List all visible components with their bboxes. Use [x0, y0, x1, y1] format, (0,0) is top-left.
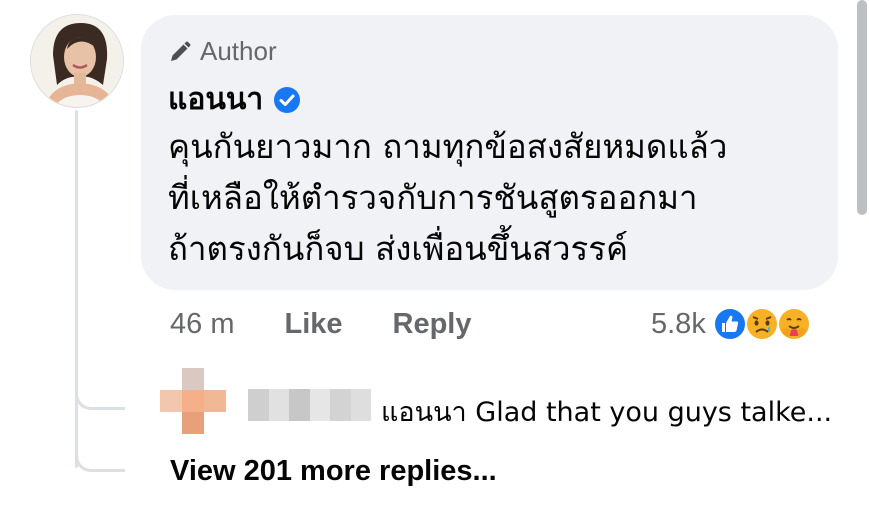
- avatar-photo: [31, 15, 123, 107]
- view-more-replies-link[interactable]: View 201 more replies...: [170, 455, 497, 488]
- author-avatar[interactable]: [30, 14, 124, 108]
- reply-button[interactable]: Reply: [393, 308, 472, 341]
- reply-avatar[interactable]: [160, 368, 226, 434]
- comment-text: คุนกันยาวมาก ถามทุกข้อสงสัยหมดแล้ว ที่เห…: [168, 121, 828, 274]
- like-button[interactable]: Like: [284, 308, 342, 341]
- comment-line: ที่เหลือให้ตำรวจกับการชันสูตรออกมา: [168, 178, 698, 217]
- pencil-icon: [171, 41, 191, 61]
- reply-author-name-blurred[interactable]: [248, 389, 371, 421]
- thread-branch-reply: [75, 390, 125, 410]
- scrollbar[interactable]: [857, 0, 867, 215]
- reactions-summary[interactable]: 5.8k: [651, 306, 812, 342]
- thread-branch-view-more: [75, 452, 125, 472]
- comment-actions: 46 m Like Reply: [170, 308, 472, 341]
- author-badge-label: Author: [200, 36, 277, 66]
- care-icon: [776, 307, 811, 341]
- author-name-row: แอนนา: [168, 76, 301, 123]
- comment-line: คุนกันยาวมาก ถามทุกข้อสงสัยหมดแล้ว: [168, 127, 728, 166]
- reaction-icons: [712, 306, 812, 342]
- reaction-count: 5.8k: [651, 307, 706, 340]
- author-name[interactable]: แอนนา: [168, 76, 263, 123]
- reply-preview-text[interactable]: แอนนา Glad that you guys talke...: [381, 390, 832, 433]
- author-badge: Author: [168, 36, 277, 67]
- verified-badge-icon: [274, 86, 301, 113]
- like-icon: [712, 307, 747, 341]
- comment-timestamp[interactable]: 46 m: [170, 308, 234, 341]
- sad-icon: [744, 307, 779, 341]
- comment-line: ถ้าตรงกันก็จบ ส่งเพื่อนขึ้นสวรรค์: [168, 229, 629, 268]
- thread-line: [75, 110, 78, 468]
